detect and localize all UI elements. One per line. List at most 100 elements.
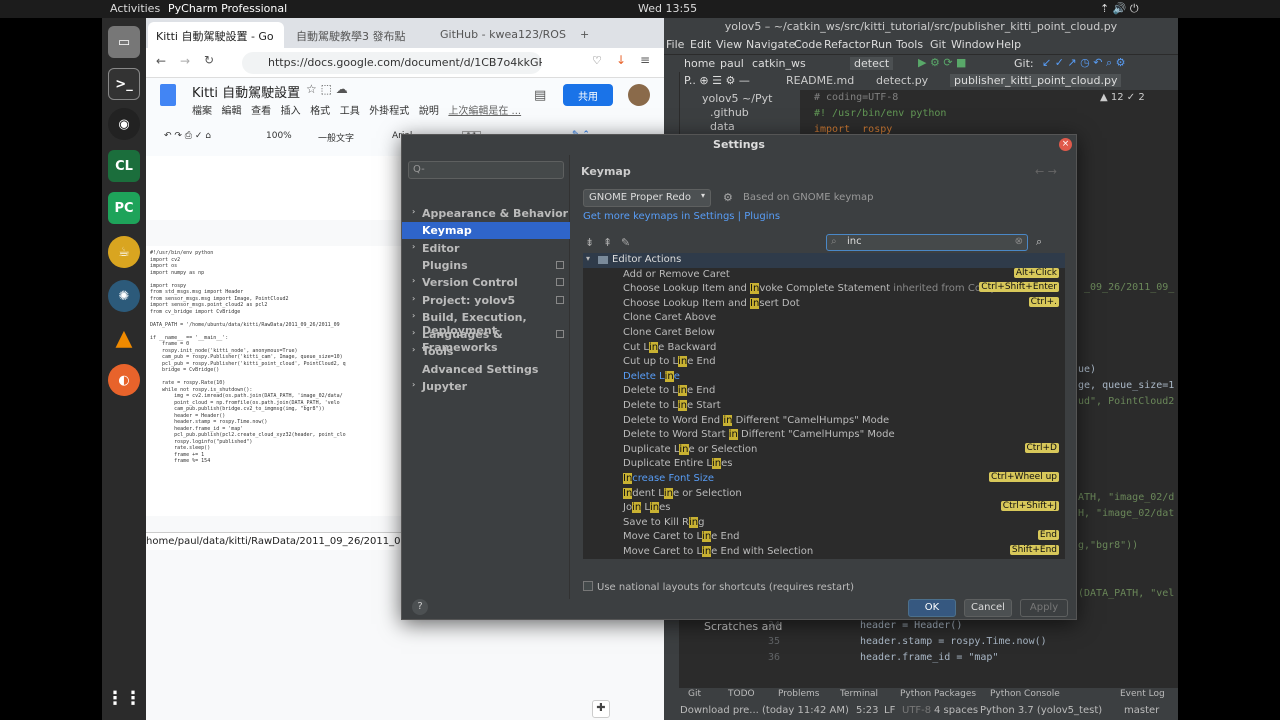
keymap-action-row[interactable]: Clone Caret Below bbox=[583, 326, 1065, 341]
last-edit-link[interactable]: 上次編輯是在 ... bbox=[448, 106, 521, 117]
keymap-action-row[interactable]: Delete to Word End in Different "CamelHu… bbox=[583, 414, 1065, 429]
pocket-icon[interactable]: ♡ bbox=[592, 54, 602, 67]
code-line-1[interactable]: # coding=UTF-8 bbox=[814, 92, 898, 103]
keymap-action-row[interactable]: Clone Caret Above bbox=[583, 311, 1065, 326]
tool-terminal[interactable]: Terminal bbox=[840, 689, 878, 699]
breadcrumb-paul[interactable]: paul bbox=[720, 57, 744, 70]
menu-view[interactable]: View bbox=[716, 38, 742, 51]
tree-data[interactable]: data bbox=[710, 120, 735, 133]
keymap-action-row[interactable]: Delete to Word Start in Different "Camel… bbox=[583, 428, 1065, 443]
line-separator[interactable]: LF bbox=[884, 705, 895, 716]
menu-edit[interactable]: 編輯 bbox=[222, 106, 242, 117]
download-icon[interactable]: ↓ bbox=[616, 53, 626, 67]
files-icon[interactable]: ▭ bbox=[108, 26, 140, 58]
keymap-action-row[interactable]: Duplicate Entire Lines bbox=[583, 457, 1065, 472]
menu-icon[interactable]: ≡ bbox=[640, 53, 650, 67]
undo-icon[interactable]: ↶ ↷ ⎙ ✓ ⌂ bbox=[164, 131, 211, 141]
tree-root[interactable]: yolov5 ~/Pyt bbox=[702, 92, 772, 105]
keymap-action-row[interactable]: Join Lines Ctrl+Shift+J bbox=[583, 501, 1065, 516]
menu-code[interactable]: Code bbox=[794, 38, 822, 51]
zoom-select[interactable]: 100% bbox=[266, 131, 292, 141]
keymap-action-row[interactable]: Cut up to Line End bbox=[583, 355, 1065, 370]
keymap-action-row[interactable]: Move Caret to Line End with Selection Shi… bbox=[583, 545, 1065, 559]
menu-file[interactable]: File bbox=[666, 38, 684, 51]
code-line[interactable]: header = Header() bbox=[860, 620, 962, 631]
status-message[interactable]: Download pre... (today 11:42 AM) bbox=[680, 705, 849, 716]
keymap-action-row[interactable]: Choose Lookup Item and Invoke Complete S… bbox=[583, 282, 1065, 297]
app-grid-icon[interactable]: ⋮⋮ bbox=[106, 682, 142, 714]
run-icon[interactable]: ▶ ⚙ ⟳ ■ bbox=[918, 56, 966, 69]
code-line[interactable]: header.stamp = rospy.Time.now() bbox=[860, 636, 1047, 647]
menu-tools[interactable]: 工具 bbox=[340, 106, 360, 117]
menu-file[interactable]: 檔案 bbox=[192, 106, 212, 117]
obs-icon[interactable]: ◉ bbox=[108, 108, 140, 140]
help-button[interactable]: ? bbox=[412, 599, 428, 615]
settings-nav-item[interactable]: Keymap bbox=[402, 222, 570, 240]
settings-nav-item[interactable]: Advanced Settings bbox=[402, 361, 570, 378]
forward-icon[interactable]: → bbox=[180, 54, 190, 68]
menu-window[interactable]: Window bbox=[951, 38, 994, 51]
tab-detect[interactable]: detect.py bbox=[876, 74, 928, 87]
tool-problems[interactable]: Problems bbox=[778, 689, 819, 699]
tab-kitti-doc[interactable]: Kitti 自動駕駛設置 - Go bbox=[148, 22, 284, 48]
settings-nav-item[interactable]: › Editor bbox=[402, 240, 570, 257]
inspection-widget[interactable]: ▲ 12 ✓ 2 bbox=[1100, 92, 1145, 103]
settings-nav-item[interactable]: › Languages & Frameworks bbox=[402, 326, 570, 354]
tool-git[interactable]: Git bbox=[688, 689, 701, 699]
caret-position[interactable]: 5:23 bbox=[856, 705, 878, 716]
keymap-action-row[interactable]: Delete Line bbox=[583, 370, 1065, 385]
style-select[interactable]: 一般文字 bbox=[318, 131, 354, 144]
git-actions-icon[interactable]: ↙ ✓ ↗ ◷ ↶ ⌕ ⚙ bbox=[1042, 56, 1125, 70]
tab-publisher[interactable]: publisher_kitti_point_cloud.py bbox=[950, 74, 1122, 87]
star-icon[interactable]: ☆ ⬚ ☁ bbox=[306, 82, 348, 96]
settings-nav-item[interactable]: › Tools bbox=[402, 343, 570, 360]
ok-button[interactable]: OK bbox=[908, 599, 956, 617]
menu-navigate[interactable]: Navigate bbox=[746, 38, 795, 51]
menu-tools[interactable]: Tools bbox=[896, 38, 923, 51]
code-line[interactable]: header.frame_id = "map" bbox=[860, 652, 998, 663]
breadcrumb-home[interactable]: home bbox=[684, 57, 715, 70]
terminal-icon[interactable]: >_ bbox=[108, 68, 140, 100]
settings-nav-item[interactable]: › Version Control bbox=[402, 274, 570, 291]
settings-search-input[interactable]: Q- bbox=[408, 161, 564, 179]
checkbox-box[interactable] bbox=[583, 581, 593, 591]
keymap-action-row[interactable]: Save to Kill Ring bbox=[583, 516, 1065, 531]
avatar[interactable] bbox=[628, 84, 650, 106]
activities-button[interactable]: Activities bbox=[110, 2, 160, 15]
tab-readme[interactable]: README.md bbox=[786, 74, 854, 87]
keymap-action-row[interactable]: Move Caret to Line End End bbox=[583, 530, 1065, 545]
settings-nav-item[interactable]: › Jupyter bbox=[402, 378, 570, 395]
keymap-search-input[interactable]: ⌕ inc ⊗ bbox=[826, 234, 1028, 251]
file-encoding[interactable]: UTF-8 bbox=[902, 705, 931, 716]
settings-nav-item[interactable]: › Appearance & Behavior bbox=[402, 205, 570, 222]
tree-github[interactable]: .github bbox=[710, 106, 749, 119]
close-icon[interactable]: × bbox=[1059, 138, 1072, 151]
keymap-action-row[interactable]: Delete to Line Start bbox=[583, 399, 1065, 414]
menu-view[interactable]: 查看 bbox=[251, 106, 271, 117]
menu-help[interactable]: Help bbox=[996, 38, 1021, 51]
keymap-action-row[interactable]: Delete to Line End bbox=[583, 384, 1065, 399]
edit-shortcut-icon[interactable]: ✎ bbox=[621, 236, 630, 249]
keymap-action-row[interactable]: Cut Line Backward bbox=[583, 341, 1065, 356]
national-layouts-checkbox[interactable]: Use national layouts for shortcuts (requ… bbox=[583, 581, 854, 593]
back-icon[interactable]: ← bbox=[156, 54, 166, 68]
nav-arrows-icon[interactable]: ← → bbox=[1035, 165, 1057, 178]
pycharm-icon[interactable]: PC bbox=[108, 192, 140, 224]
settings-nav-item[interactable]: Plugins bbox=[402, 257, 570, 274]
network-icon[interactable]: ⇡ 🔊 ⏻ bbox=[1100, 2, 1139, 16]
new-tab-button[interactable]: + bbox=[572, 22, 592, 48]
tool-todo[interactable]: TODO bbox=[728, 689, 755, 699]
doc-title[interactable]: Kitti 自動駕駛設置 bbox=[192, 82, 300, 101]
keymap-action-row[interactable]: Add or Remove Caret Alt+Click bbox=[583, 267, 1065, 283]
settings-nav-item[interactable]: › Project: yolov5 bbox=[402, 292, 570, 309]
comment-icon[interactable]: ▤ bbox=[534, 88, 546, 103]
menu-insert[interactable]: 插入 bbox=[281, 106, 301, 117]
apply-button[interactable]: Apply bbox=[1020, 599, 1068, 617]
expand-all-icon[interactable]: ⇟ bbox=[585, 236, 594, 249]
settings-nav-item[interactable]: › Build, Execution, Deployment bbox=[402, 309, 570, 337]
keymap-action-row[interactable]: Choose Lookup Item and Insert Dot Ctrl+. bbox=[583, 296, 1065, 312]
menu-format[interactable]: 格式 bbox=[310, 106, 330, 117]
spiral-icon[interactable]: ✺ bbox=[108, 280, 140, 312]
url-field[interactable]: https://docs.google.com/document/d/1CB7o… bbox=[242, 52, 542, 74]
tool-event-log[interactable]: Event Log bbox=[1120, 689, 1165, 699]
